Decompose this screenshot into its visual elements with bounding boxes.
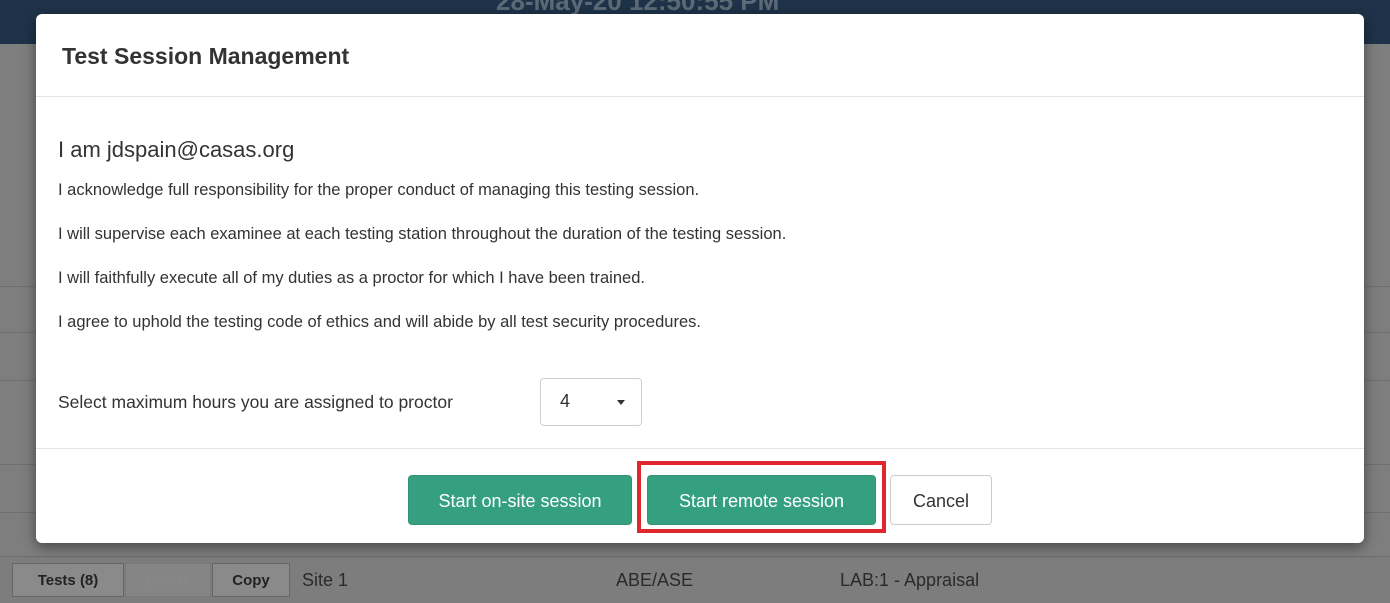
start-remote-session-button[interactable]: Start remote session [647,475,876,525]
acknowledgement-line: I agree to uphold the testing code of et… [58,313,701,331]
copy-button[interactable]: Copy [212,563,290,597]
background-divider [0,512,40,513]
background-divider [1364,332,1390,333]
background-divider [0,464,40,465]
tests-button[interactable]: Tests (8) [12,563,124,597]
acknowledgement-line: I will faithfully execute all of my duti… [58,269,645,287]
background-divider [0,286,40,287]
background-divider [1364,380,1390,381]
caret-down-icon [617,400,625,405]
test-session-modal: Test Session Management I am jdspain@cas… [36,14,1364,543]
acknowledgement-line: I acknowledge full responsibility for th… [58,181,700,199]
modal-title: Test Session Management [62,43,350,69]
acknowledgement-line: I will supervise each examinee at each t… [58,225,787,243]
site-cell: Site 1 [302,570,349,590]
background-divider [0,332,40,333]
background-divider [0,380,40,381]
cancel-button[interactable]: Cancel [890,475,992,525]
max-hours-value: 4 [560,391,571,411]
background-divider [1364,512,1390,513]
background-divider [1364,464,1390,465]
max-hours-select[interactable]: 4 [540,378,642,426]
program-cell: ABE/ASE [616,570,694,590]
lab-cell: LAB:1 - Appraisal [840,570,980,590]
background-divider [1364,286,1390,287]
proctor-identity: I am jdspain@casas.org [58,137,295,162]
modal-footer: Start on-site session Start remote sessi… [36,448,1364,543]
table-row: Tests (8) Delete Copy Site 1 ABE/ASE LAB… [0,556,1390,603]
max-hours-label: Select maximum hours you are assigned to… [58,392,453,412]
delete-button[interactable]: Delete [125,563,211,597]
start-onsite-session-button[interactable]: Start on-site session [408,475,632,525]
modal-header: Test Session Management [36,14,1364,97]
